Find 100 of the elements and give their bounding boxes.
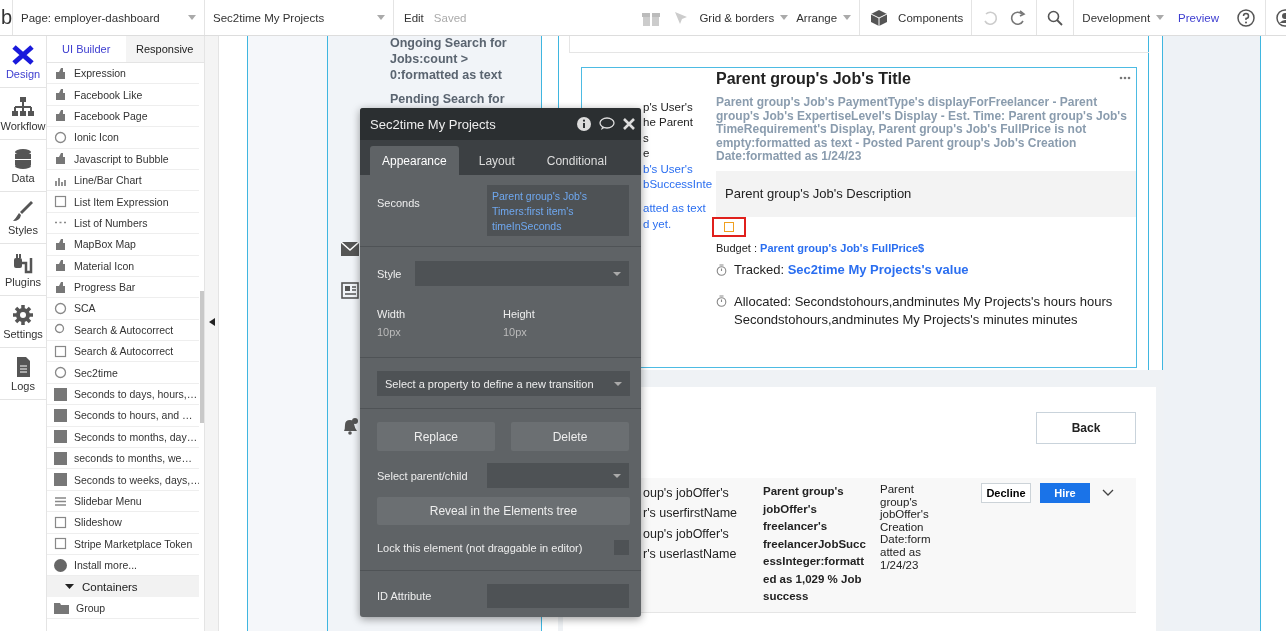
tab-icon	[11, 251, 35, 274]
cube-icon[interactable]	[870, 8, 889, 27]
element-list-item[interactable]: SCA	[47, 298, 199, 320]
element-list-item[interactable]: Seconds to months, day…	[47, 426, 199, 449]
panel-tab[interactable]: Conditional	[534, 146, 619, 175]
element-icon	[54, 66, 67, 80]
element-list-item[interactable]: Sec2time	[47, 362, 199, 384]
element-icon	[54, 537, 67, 551]
allocated-text: Allocated: Secondstohours,andminutes My Projects's hours hours Secondstohours,andminutes My Projects's minutes minutes	[734, 292, 1114, 329]
job-success-text: Parent group's jobOffer's freelancer's freelancerJobSuccessInteger:formatted as 1,029 % Job success	[763, 484, 867, 604]
close-icon[interactable]	[623, 118, 635, 130]
toolbar-menu[interactable]: Grid & borders	[695, 11, 793, 24]
element-list-item[interactable]: List of Numbers	[47, 212, 199, 235]
sidebar-tab[interactable]: Data	[0, 140, 46, 192]
sidebar-tab[interactable]: Logs	[0, 348, 46, 400]
element-icon	[54, 558, 67, 572]
components-button[interactable]: Components	[894, 11, 968, 24]
element-list-item[interactable]: MapBox Map	[47, 234, 199, 256]
element-icon	[54, 237, 67, 251]
element-list-item[interactable]: Stripe Marketplace Token	[47, 533, 199, 555]
decline-button[interactable]: Decline	[981, 483, 1031, 503]
preview-link[interactable]: Preview	[1178, 11, 1219, 24]
sidebar-tab[interactable]: Styles	[0, 192, 46, 244]
redo-icon[interactable]	[1010, 9, 1027, 26]
budget-text: Budget : Parent group's Job's FullPrice$	[716, 241, 926, 254]
element-list-item[interactable]: Slidebar Menu	[47, 490, 199, 513]
caret-icon	[613, 473, 621, 478]
element-icon	[54, 302, 67, 315]
back-button[interactable]: Back	[1036, 412, 1136, 444]
toolbar-menu[interactable]: Arrange	[792, 11, 856, 24]
element-list-item[interactable]: Expression	[47, 63, 199, 85]
collapse-icon[interactable]	[208, 317, 215, 326]
element-list-item[interactable]: Line/Bar Chart	[47, 169, 199, 192]
field-label: Seconds	[377, 197, 420, 209]
delete-button[interactable]: Delete	[511, 422, 629, 451]
help-icon[interactable]	[1237, 8, 1255, 27]
element-list-item[interactable]: Javascript to Bubble	[47, 148, 199, 170]
text-label: Ongoing Search for Jobs:count > 0:formatted as text	[390, 36, 508, 83]
scrollbar[interactable]	[200, 291, 204, 423]
text-label: bSuccessInte	[643, 177, 713, 193]
folder-icon	[54, 601, 69, 615]
palette-tab[interactable]: Responsive	[125, 36, 204, 62]
app-logo[interactable]: b	[0, 6, 12, 29]
replace-button[interactable]: Replace	[377, 422, 495, 451]
element-list-item[interactable]: Group	[47, 597, 199, 619]
element-list-item[interactable]: Facebook Page	[47, 105, 199, 128]
sidebar-tab[interactable]: Plugins	[0, 244, 46, 296]
comment-icon[interactable]	[599, 117, 615, 131]
more-icon[interactable]	[1119, 76, 1131, 80]
element-dropdown[interactable]: Sec2time My Projects	[204, 0, 394, 35]
panel-title: Sec2time My Projects	[370, 116, 497, 132]
tab-icon	[11, 199, 35, 222]
text-label: Pending Search for	[390, 91, 506, 107]
element-icon	[54, 408, 67, 422]
selection-frame[interactable]	[712, 216, 746, 237]
caret-icon	[1156, 15, 1165, 20]
element-list-item[interactable]: Progress Bar	[47, 276, 199, 299]
element-list-item[interactable]: Seconds to weeks, days,…	[47, 469, 199, 491]
sidebar-tab[interactable]: Workflow	[0, 88, 46, 140]
sidebar-tab[interactable]: Settings	[0, 296, 46, 348]
element-list-item[interactable]: Slideshow	[47, 512, 199, 534]
date-text: Parent group's jobOffer's Creation Date:formatted as 1/24/23	[880, 483, 932, 572]
field-label: Height	[503, 308, 536, 320]
element-list-item[interactable]: Search & Autocorrect	[47, 341, 199, 363]
text-label: r's userlastName	[643, 546, 738, 564]
element-list-item[interactable]: seconds to months, we…	[47, 448, 199, 470]
field-label: Select parent/child	[377, 469, 468, 482]
element-list-item[interactable]: Ionic Icon	[47, 127, 199, 149]
sidebar-tab[interactable]: Design	[0, 36, 46, 88]
element-list-item[interactable]: Search & Autocorrect	[47, 319, 199, 342]
transition-dropdown[interactable]: Select a property to define a new transition	[377, 371, 630, 396]
checkbox-label: Lock this element (not draggable in editor)	[377, 541, 583, 554]
element-list-item[interactable]: Facebook Like	[47, 84, 199, 106]
stopwatch-icon	[716, 263, 727, 276]
element-list-item[interactable]: List Item Expression	[47, 191, 199, 213]
caret-icon	[65, 582, 74, 592]
tab-icon	[11, 303, 35, 326]
field-label: ID Attribute	[377, 590, 432, 602]
chevron-down-icon[interactable]	[1102, 489, 1114, 497]
job-summary: Parent group's Job's PaymentType's displayForFreelancer - Parent group's Job's ExpertiseLevel's Display - Est. Time: Parent group's Job's TimeRequirement's Display, Parent group's Job's FullPrice is not empty:formatted as text - Posted Parent group's Job's Creation Date:formatted as 1/24/23	[716, 96, 1128, 164]
element-list-item[interactable]: Material Icon	[47, 255, 199, 277]
edit-button[interactable]: Edit	[400, 11, 428, 24]
element-list-item[interactable]: Seconds to days, hours,…	[47, 383, 199, 406]
search-icon[interactable]	[1047, 9, 1064, 26]
field-label: Style	[377, 267, 402, 280]
save-status: Saved	[433, 11, 467, 24]
element-icon	[54, 195, 67, 209]
panel-tab[interactable]: Appearance	[370, 146, 459, 175]
text-label: p's User's	[643, 100, 694, 115]
mode-dropdown[interactable]: Development	[1078, 11, 1169, 24]
section-header[interactable]: Containers	[47, 576, 199, 598]
hire-button[interactable]: Hire	[1040, 483, 1090, 503]
element-icon	[54, 387, 67, 401]
tracked-text: Tracked: Sec2time My Projects's value	[734, 261, 969, 277]
element-list-item[interactable]: Seconds to hours, and …	[47, 405, 199, 427]
caret-icon	[843, 15, 852, 20]
text-label: atted as text	[643, 201, 707, 217]
reveal-button[interactable]: Reveal in the Elements tree	[377, 497, 630, 525]
info-icon[interactable]	[577, 117, 591, 131]
panel-tab[interactable]: Layout	[466, 146, 527, 175]
